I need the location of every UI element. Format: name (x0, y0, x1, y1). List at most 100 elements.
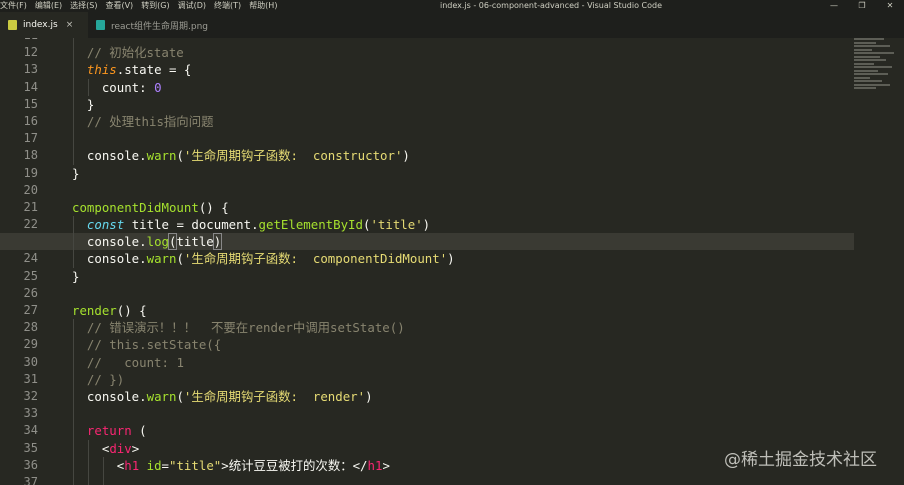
line-number: 14 (23, 79, 38, 94)
line-number: 32 (23, 388, 38, 403)
menu-file[interactable]: 文件(F) (0, 0, 27, 12)
line-number: 12 (23, 45, 38, 60)
close-window-icon[interactable]: ✕ (876, 0, 904, 12)
close-tab-icon[interactable]: × (66, 20, 74, 30)
menu-go[interactable]: 转到(G) (141, 0, 169, 12)
line-number: 26 (23, 285, 38, 300)
method-name: render (72, 303, 117, 318)
tab-label: index.js (23, 20, 58, 30)
line-number: 15 (23, 96, 38, 111)
comment: // this.setState({ (86, 337, 222, 353)
line-number: 24 (23, 251, 38, 266)
code-text: . (139, 234, 147, 250)
jsx-bracket: > (131, 440, 140, 456)
minimize-icon[interactable]: — (820, 0, 848, 12)
code-line-13: this.state = { (72, 61, 854, 79)
title-bar: 文件(F) 编辑(E) 选择(S) 查看(V) 转到(G) 调试(D) 终端(T… (0, 0, 904, 12)
string-literal: '生命周期钩子函数: componentDidMount' (183, 251, 448, 267)
line-number: 34 (23, 423, 38, 438)
method-name: componentDidMount (72, 199, 199, 215)
code-editor[interactable]: 11 12 13 14 15 16 17 18 19 20 21 22 23 2… (0, 38, 904, 485)
tab-index-js[interactable]: index.js × (0, 12, 88, 38)
code-text: = (161, 457, 170, 473)
code-line-22: const title = document.getElementById('t… (72, 216, 854, 234)
menu-debug[interactable]: 调试(D) (178, 0, 206, 12)
jsx-bracket: > (382, 457, 390, 473)
code-line-31: // }) (72, 370, 854, 388)
menu-help[interactable]: 帮助(H) (249, 0, 277, 12)
const-keyword: const (86, 217, 125, 233)
code-text: . (251, 217, 259, 233)
code-text: title = (124, 217, 192, 233)
code-line-23-current: console.log(title) (0, 233, 854, 251)
menu-selection[interactable]: 选择(S) (70, 0, 97, 12)
menu-edit[interactable]: 编辑(E) (35, 0, 62, 12)
code-text: ( (176, 388, 184, 404)
close-tab-icon[interactable]: × (216, 20, 224, 30)
jsx-tag: div (109, 440, 132, 456)
line-number: 33 (23, 406, 38, 421)
code-line-19: } (72, 165, 854, 182)
this-keyword: this (86, 62, 117, 78)
code-line-32: console.warn('生命周期钩子函数: render') (72, 387, 854, 406)
code-area[interactable]: // 初始化state this.state = { count: 0 } //… (0, 38, 854, 485)
window-controls: — ❐ ✕ (820, 0, 904, 12)
code-text: ) (422, 217, 431, 233)
console-object: console (86, 251, 140, 267)
tab-label: react组件生命周期.png (111, 21, 209, 32)
menu-terminal[interactable]: 终端(T) (214, 0, 241, 12)
document-object: document (191, 217, 252, 233)
code-line-29: // this.setState({ (72, 336, 854, 354)
minimap[interactable] (854, 38, 898, 98)
menu-view[interactable]: 查看(V) (105, 0, 133, 12)
line-number: 21 (23, 199, 38, 214)
code-line-14: count: 0 (72, 78, 854, 96)
code-line-18: console.warn('生命周期钩子函数: constructor') (72, 147, 854, 165)
variable: title (176, 234, 214, 250)
js-file-icon (8, 20, 17, 30)
console-object: console (86, 148, 140, 164)
comment: // }) (86, 371, 125, 387)
image-file-icon (96, 20, 105, 30)
code-text: . (139, 388, 147, 404)
code-line-34: return ( (72, 422, 854, 440)
code-text: : (139, 79, 155, 95)
window-title: index.js - 06-component-advanced - Visua… (440, 1, 662, 10)
code-text: ) (365, 388, 373, 404)
code-text: } (72, 268, 80, 284)
code-text: ( (176, 148, 184, 164)
line-number: 30 (23, 354, 38, 369)
code-text: ) (402, 148, 410, 164)
line-number: 22 (23, 217, 38, 232)
code-line-28: // 错误演示！！！ 不要在render中调用setState() (72, 319, 854, 337)
line-number: 29 (23, 337, 38, 352)
console-object: console (86, 388, 140, 404)
line-number: 17 (23, 131, 38, 146)
code-text: } (86, 96, 95, 112)
code-line-33 (72, 405, 854, 423)
tab-bar: index.js × react组件生命周期.png × (0, 12, 904, 38)
string-literal: '生命周期钩子函数: render' (183, 388, 366, 404)
function-name: log (146, 234, 169, 250)
code-text: } (72, 165, 80, 181)
line-number: 18 (23, 148, 38, 163)
comment: // count: 1 (86, 354, 184, 370)
code-text: . (139, 148, 147, 164)
string-literal: "title" (169, 457, 222, 473)
tab-react-png[interactable]: react组件生命周期.png × (88, 12, 232, 38)
comment: // 初始化state (86, 45, 184, 61)
code-line-17 (72, 130, 854, 148)
line-number: 19 (23, 165, 38, 180)
code-text: ) (447, 251, 455, 267)
line-number: 36 (23, 457, 38, 472)
code-line-37 (72, 473, 854, 485)
line-number: 31 (23, 371, 38, 386)
code-text: ( (176, 251, 184, 267)
restore-icon[interactable]: ❐ (848, 0, 876, 12)
code-text: . (139, 251, 147, 267)
jsx-attribute: id (139, 457, 162, 473)
comment: // 错误演示！！！ 不要在render中调用setState() (86, 320, 405, 336)
line-number: 27 (23, 303, 38, 317)
